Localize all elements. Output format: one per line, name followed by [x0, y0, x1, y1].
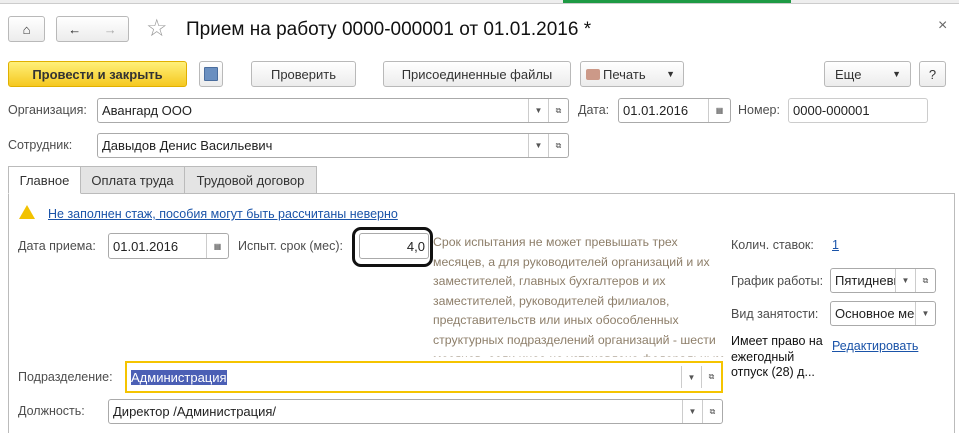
more-button[interactable]: Еще ▼ — [824, 61, 911, 87]
calendar-icon[interactable]: ▦ — [206, 234, 228, 258]
open-icon[interactable]: ⧉ — [702, 400, 722, 423]
number-field[interactable]: 0000-000001 — [788, 98, 928, 123]
department-field[interactable]: Администрация ▼ ⧉ — [125, 361, 723, 393]
employment-label: Вид занятости: — [731, 307, 819, 321]
tab-main[interactable]: Главное — [8, 166, 81, 194]
dropdown-icon[interactable]: ▼ — [528, 99, 548, 122]
rates-link[interactable]: 1 — [832, 238, 839, 252]
dropdown-icon[interactable]: ▼ — [915, 302, 935, 325]
hire-date-field[interactable]: 01.01.2016 ▦ — [108, 233, 229, 259]
save-button[interactable] — [199, 61, 223, 87]
employee-label: Сотрудник: — [8, 138, 73, 152]
position-label: Должность: — [18, 404, 85, 418]
warning-icon — [19, 205, 35, 219]
more-label: Еще — [835, 66, 862, 82]
chevron-down-icon: ▼ — [892, 69, 901, 79]
tab-payment[interactable]: Оплата труда — [80, 166, 185, 194]
help-button[interactable]: ? — [919, 61, 946, 87]
number-value[interactable]: 0000-000001 — [789, 103, 927, 118]
open-icon[interactable]: ⧉ — [701, 366, 721, 388]
calendar-icon[interactable]: ▦ — [708, 99, 730, 122]
dropdown-icon[interactable]: ▼ — [895, 269, 915, 292]
check-button[interactable]: Проверить — [251, 61, 356, 87]
top-strip — [0, 0, 959, 4]
probation-hint: Срок испытания не может превышать трех м… — [433, 235, 724, 357]
dropdown-icon[interactable]: ▼ — [528, 134, 548, 157]
schedule-label: График работы: — [731, 274, 824, 288]
window-title: Прием на работу 0000-000001 от 01.01.201… — [186, 19, 592, 40]
nav-buttons: ← → — [56, 16, 129, 42]
date-field[interactable]: 01.01.2016 ▦ — [618, 98, 731, 123]
position-field[interactable]: Директор /Администрация/▼ ⧉ — [108, 399, 723, 424]
employment-field[interactable]: Основное место работы▼ — [830, 301, 936, 326]
date-value[interactable]: 01.01.2016 — [619, 103, 708, 118]
back-button[interactable]: ← — [68, 22, 81, 37]
organization-field[interactable]: Авангард ООО ▼ ⧉ — [97, 98, 569, 123]
schedule-value[interactable]: Пятидневка — [831, 273, 895, 288]
organization-value[interactable]: Авангард ООО — [98, 103, 528, 118]
close-icon[interactable]: × — [938, 17, 947, 35]
schedule-field[interactable]: Пятидневка▼⧉ — [830, 268, 936, 293]
print-button[interactable]: Печать ▼ — [580, 61, 684, 87]
active-tab-indicator — [563, 0, 791, 3]
favorite-star-icon[interactable]: ☆ — [146, 14, 168, 43]
department-label: Подразделение: — [18, 370, 113, 384]
tab-contract[interactable]: Трудовой договор — [184, 166, 317, 194]
hire-date-label: Дата приема: — [18, 239, 96, 253]
open-icon[interactable]: ⧉ — [548, 134, 568, 157]
department-value[interactable]: Администрация — [127, 369, 681, 385]
organization-label: Организация: — [8, 103, 87, 117]
dropdown-icon[interactable]: ▼ — [681, 366, 701, 388]
probation-field[interactable]: 4,0 — [359, 233, 429, 259]
hire-date-value[interactable]: 01.01.2016 — [109, 239, 206, 254]
number-label: Номер: — [738, 103, 780, 117]
attached-files-button[interactable]: Присоединенные файлы — [383, 61, 571, 87]
employment-value[interactable]: Основное место работы — [831, 306, 915, 321]
employee-field[interactable]: Давыдов Денис Васильевич ▼ ⧉ — [97, 133, 569, 158]
home-icon: ⌂ — [22, 21, 31, 37]
open-icon[interactable]: ⧉ — [915, 269, 935, 292]
probation-label: Испыт. срок (мес): — [238, 239, 343, 253]
vacation-edit-link[interactable]: Редактировать — [832, 339, 918, 353]
position-value[interactable]: Директор /Администрация/ — [109, 404, 682, 419]
printer-icon — [586, 68, 600, 80]
forward-button[interactable]: → — [104, 22, 117, 37]
date-label: Дата: — [578, 103, 610, 117]
employee-value[interactable]: Давыдов Денис Васильевич — [98, 138, 528, 153]
print-label: Печать — [603, 66, 646, 82]
probation-value[interactable]: 4,0 — [407, 239, 428, 254]
save-icon — [204, 67, 218, 81]
post-and-close-button[interactable]: Провести и закрыть — [8, 61, 187, 87]
dropdown-icon[interactable]: ▼ — [682, 400, 702, 423]
rates-label: Колич. ставок: — [731, 238, 814, 252]
vacation-text: Имеет право на ежегодный отпуск (28) д..… — [731, 334, 823, 379]
open-icon[interactable]: ⧉ — [548, 99, 568, 122]
warning-link[interactable]: Не заполнен стаж, пособия могут быть рас… — [48, 207, 398, 221]
home-button[interactable]: ⌂ — [8, 16, 45, 42]
chevron-down-icon: ▼ — [666, 69, 675, 79]
